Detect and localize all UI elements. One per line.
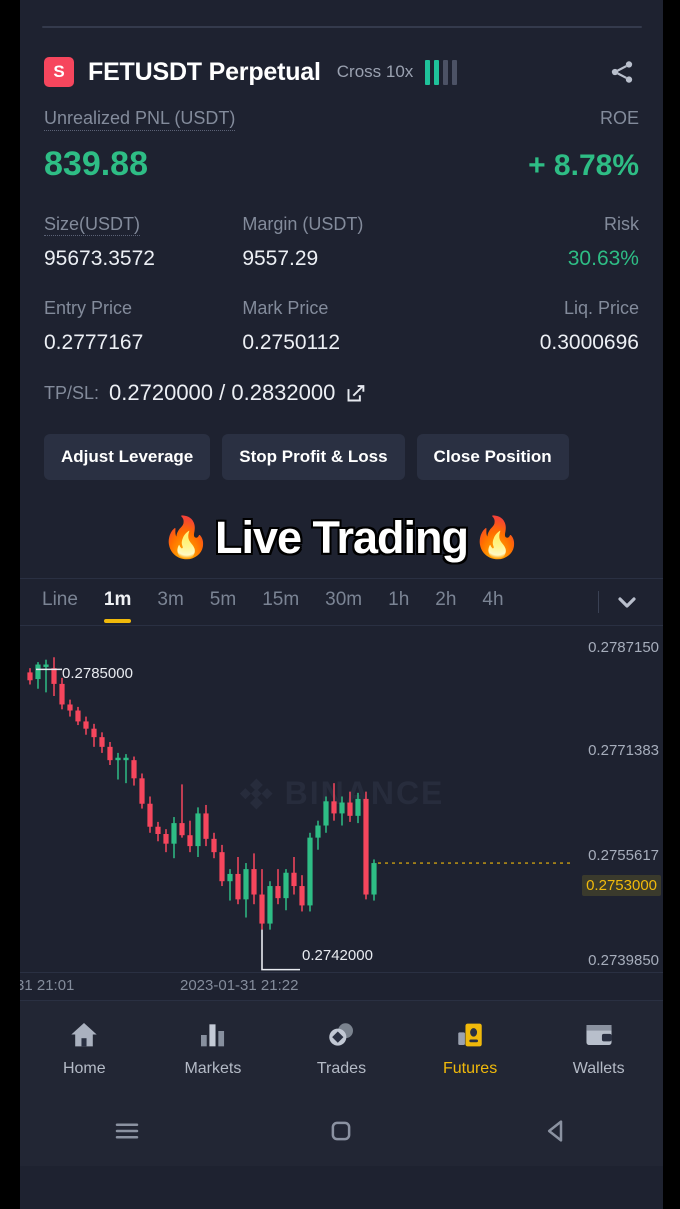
- tab-1h[interactable]: 1h: [388, 589, 409, 615]
- toolbar-divider: [598, 591, 599, 613]
- tab-30m[interactable]: 30m: [325, 589, 362, 615]
- stats-value-row-1: 95673.3572 9557.29 30.63%: [20, 247, 663, 271]
- home-square-icon: [332, 1121, 351, 1141]
- close-position-button[interactable]: Close Position: [416, 434, 569, 480]
- trades-icon: [329, 1023, 354, 1046]
- period-high-marker: 0.2785000: [62, 665, 133, 682]
- tab-5m[interactable]: 5m: [210, 589, 236, 615]
- home-icon: [71, 1023, 97, 1047]
- tab-1m[interactable]: 1m: [103, 589, 132, 623]
- live-trading-overlay: 🔥 Live Trading 🔥: [20, 502, 663, 574]
- live-trading-text: Live Trading: [214, 512, 469, 563]
- fire-emoji-left: 🔥: [161, 516, 211, 560]
- phone-screenshot: S FETUSDT Perpetual Cross 10x Unrealized: [0, 0, 680, 1209]
- bottom-navigation: Home Markets Trades Futures Wallets: [20, 1000, 663, 1096]
- nav-item-futures[interactable]: Futures: [406, 1019, 535, 1078]
- tpsl-row[interactable]: TP/SL: 0.2720000 / 0.2832000: [44, 380, 366, 406]
- risk-bar-1: [425, 59, 431, 85]
- chevron-down-icon: [618, 597, 636, 608]
- risk-value: 30.63%: [567, 247, 639, 270]
- pnl-label-row: Unrealized PNL (USDT) ROE: [20, 108, 663, 131]
- android-back-button[interactable]: [524, 1109, 588, 1153]
- risk-bar-2: [434, 59, 440, 85]
- tab-3m[interactable]: 3m: [157, 589, 183, 615]
- unrealized-pnl-value: 839.88: [44, 145, 148, 183]
- nav-item-home[interactable]: Home: [20, 1019, 149, 1078]
- risk-level-bars: [425, 59, 458, 85]
- tab-4h[interactable]: 4h: [482, 589, 503, 615]
- binance-futures-app: S FETUSDT Perpetual Cross 10x Unrealized: [20, 0, 663, 1209]
- tab-2h[interactable]: 2h: [435, 589, 456, 615]
- unrealized-pnl-label: Unrealized PNL (USDT): [44, 108, 236, 131]
- android-recents-button[interactable]: [95, 1109, 159, 1153]
- entry-price-label: Entry Price: [44, 298, 133, 318]
- risk-bar-4: [452, 59, 458, 85]
- risk-label: Risk: [603, 214, 639, 234]
- symbol-title[interactable]: FETUSDT Perpetual: [88, 58, 321, 87]
- liq-price-value: 0.3000696: [539, 331, 639, 354]
- position-header: S FETUSDT Perpetual Cross 10x: [20, 44, 663, 100]
- x-tick-0: 31 21:01: [20, 977, 75, 994]
- share-button[interactable]: [605, 55, 639, 89]
- edit-icon: [347, 384, 365, 401]
- roe-label: ROE: [599, 108, 639, 128]
- nav-item-trades[interactable]: Trades: [277, 1019, 406, 1078]
- tab-line[interactable]: Line: [42, 589, 78, 615]
- android-system-nav: [20, 1096, 663, 1166]
- nav-label-futures: Futures: [442, 1060, 498, 1077]
- adjust-leverage-button[interactable]: Adjust Leverage: [44, 434, 211, 480]
- stop-profit-loss-button[interactable]: Stop Profit & Loss: [222, 434, 405, 480]
- price-axis: 0.2787150 0.2771383 0.2755617 0.2739850 …: [571, 627, 663, 972]
- top-divider: [42, 26, 642, 28]
- nav-label-trades: Trades: [316, 1060, 367, 1077]
- back-triangle-icon: [547, 1120, 563, 1142]
- current-price-tag: 0.2753000: [582, 875, 661, 896]
- fire-emoji-right: 🔥: [472, 516, 522, 560]
- period-low-marker: 0.2742000: [302, 947, 373, 964]
- margin-value: 9557.29: [242, 247, 319, 270]
- y-tick-0: 0.2787150: [588, 639, 659, 656]
- markets-icon: [200, 1024, 224, 1047]
- nav-label-markets: Markets: [184, 1060, 242, 1077]
- y-tick-1: 0.2771383: [588, 742, 659, 759]
- entry-price-value: 0.2777167: [44, 331, 144, 354]
- android-home-button[interactable]: [309, 1109, 373, 1153]
- nav-item-markets[interactable]: Markets: [149, 1019, 278, 1078]
- wallets-icon: [586, 1025, 612, 1045]
- size-label: Size(USDT): [44, 214, 141, 236]
- roe-value: + 8.78%: [528, 149, 639, 182]
- tab-15m[interactable]: 15m: [262, 589, 299, 615]
- mark-price-value: 0.2750112: [242, 331, 341, 354]
- stats-value-row-2: 0.2777167 0.2750112 0.3000696: [20, 331, 663, 355]
- nav-item-wallets[interactable]: Wallets: [534, 1019, 663, 1078]
- tpsl-value: 0.2720000 / 0.2832000: [109, 380, 336, 405]
- mark-price-label: Mark Price: [242, 298, 329, 318]
- position-side-badge: S: [44, 57, 74, 87]
- y-tick-3: 0.2739850: [588, 952, 659, 969]
- more-timeframes-button[interactable]: [615, 590, 639, 614]
- recents-menu-icon: [115, 1123, 139, 1139]
- liq-price-label: Liq. Price: [563, 298, 639, 318]
- y-tick-2: 0.2755617: [588, 847, 659, 864]
- margin-mode-leverage[interactable]: Cross 10x: [337, 62, 414, 82]
- size-value: 95673.3572: [44, 247, 155, 270]
- stats-label-row-1: Size(USDT) Margin (USDT) Risk: [20, 214, 663, 236]
- stats-label-row-2: Entry Price Mark Price Liq. Price: [20, 298, 663, 319]
- tpsl-label: TP/SL:: [44, 382, 100, 403]
- pnl-value-row: 839.88 + 8.78%: [20, 145, 663, 184]
- edit-tpsl-button[interactable]: [345, 383, 366, 404]
- futures-icon: [458, 1023, 482, 1047]
- timeframe-tabs: Line 1m 3m 5m 15m 30m 1h 2h 4h: [20, 578, 663, 626]
- margin-label: Margin (USDT): [242, 214, 364, 234]
- nav-label-home: Home: [62, 1060, 106, 1077]
- candlestick-chart[interactable]: BINANCE 0.2787150 0.2771383 0.2755617 0.…: [20, 627, 663, 972]
- time-axis: 31 21:01 2023-01-31 21:22: [20, 972, 663, 1000]
- nav-label-wallets: Wallets: [572, 1060, 625, 1077]
- share-icon: [611, 61, 633, 83]
- position-actions: Adjust Leverage Stop Profit & Loss Close…: [44, 434, 569, 480]
- x-tick-1: 2023-01-31 21:22: [180, 977, 299, 994]
- risk-bar-3: [443, 59, 449, 85]
